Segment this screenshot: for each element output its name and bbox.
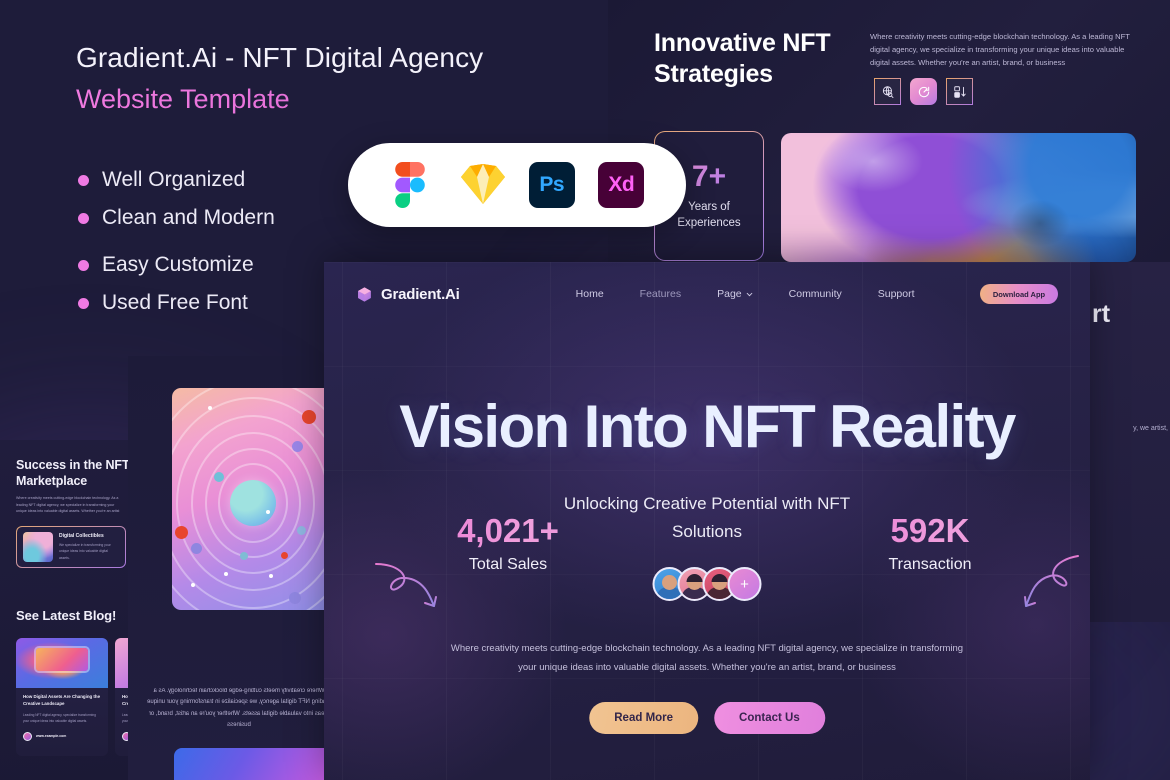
nav-item-page-label: Page bbox=[717, 288, 742, 300]
download-app-button[interactable]: Download App bbox=[980, 284, 1058, 304]
nav-item-support[interactable]: Support bbox=[878, 288, 915, 300]
list-item: Used Free Font bbox=[78, 291, 275, 315]
nav-item-features[interactable]: Features bbox=[640, 288, 681, 300]
stat-value: 592K bbox=[840, 512, 1020, 550]
orbit-nft-artwork bbox=[172, 388, 334, 610]
bullet-dot-icon bbox=[78, 174, 89, 186]
orbit-core bbox=[230, 480, 276, 527]
adobe-xd-icon[interactable]: Xd bbox=[598, 162, 645, 208]
experience-number: 7+ bbox=[691, 160, 727, 194]
feature-label: Clean and Modern bbox=[102, 206, 275, 229]
collectible-heading: Digital Collectibles bbox=[59, 533, 104, 540]
partial-title: rt bbox=[1092, 300, 1111, 328]
nav-links: Home Features Page Community Support bbox=[576, 288, 980, 300]
hero-paragraph: Where creativity meets cutting-edge bloc… bbox=[450, 643, 964, 673]
stat-value: 4,021+ bbox=[418, 512, 598, 550]
contact-us-button[interactable]: Contact Us bbox=[714, 702, 825, 734]
brand-name: Gradient.Ai bbox=[381, 285, 460, 303]
strategies-body-text: Where creativity meets cutting-edge bloc… bbox=[870, 32, 1130, 68]
nft-3d-artwork bbox=[781, 133, 1136, 262]
feature-label: Well Organized bbox=[102, 168, 246, 191]
avatar-group[interactable]: + bbox=[652, 567, 762, 601]
partial-body-text: y, we artist, bbox=[1133, 425, 1168, 432]
figma-icon[interactable] bbox=[390, 162, 436, 208]
experience-caption-line1: Years of bbox=[688, 201, 730, 214]
photoshop-icon[interactable]: Ps bbox=[528, 162, 575, 208]
blog-card[interactable]: How Digital Assets Are Changing the Crea… bbox=[16, 638, 108, 756]
middle-artwork-panel: Where creativity meets cutting-edge bloc… bbox=[128, 356, 338, 780]
blog-thumbnail bbox=[16, 638, 108, 688]
read-more-button[interactable]: Read More bbox=[589, 702, 699, 734]
collectible-body: We specialize in transforming your uniqu… bbox=[59, 543, 111, 560]
avatar-add-more[interactable]: + bbox=[727, 567, 762, 601]
stat-label: Total Sales bbox=[468, 556, 548, 573]
collectible-thumbnail bbox=[23, 532, 53, 562]
strategies-icon-row bbox=[874, 78, 973, 105]
promo-header: Gradient.Ai - NFT Digital Agency Website… bbox=[76, 42, 546, 115]
globe-search-icon[interactable] bbox=[874, 78, 901, 105]
screenshot-canvas: Gradient.Ai - NFT Digital Agency Website… bbox=[0, 0, 1170, 780]
download-sort-icon[interactable] bbox=[946, 78, 973, 105]
nav-item-community[interactable]: Community bbox=[789, 288, 842, 300]
bullet-dot-icon bbox=[78, 212, 89, 224]
nav-item-page[interactable]: Page bbox=[717, 288, 753, 300]
list-item: Clean and Modern bbox=[78, 206, 275, 230]
hero-website-mockup: Gradient.Ai Home Features Page Community… bbox=[324, 262, 1090, 780]
cube-logo-icon bbox=[358, 286, 371, 302]
bullet-dot-icon bbox=[78, 297, 89, 309]
promo-feature-list: Well Organized Clean and Modern Easy Cus… bbox=[78, 168, 275, 315]
experience-caption: Years of Experiences bbox=[677, 200, 740, 231]
strategies-heading: Innovative NFT Strategies bbox=[654, 29, 831, 88]
promo-subtitle: Website Template bbox=[76, 84, 546, 115]
refresh-rotate-icon[interactable] bbox=[910, 78, 937, 105]
stat-transaction: 592K Transaction bbox=[840, 512, 1020, 574]
promo-title: Gradient.Ai - NFT Digital Agency bbox=[76, 42, 484, 73]
marketplace-title: Success in the NFT Marketplace bbox=[16, 458, 130, 488]
cta-button-group: Read More Contact Us bbox=[589, 702, 825, 734]
chevron-down-icon bbox=[746, 292, 752, 296]
navbar: Gradient.Ai Home Features Page Community… bbox=[324, 262, 1090, 326]
nav-item-home[interactable]: Home bbox=[576, 288, 604, 300]
feature-label: Easy Customize bbox=[102, 253, 254, 276]
sketch-icon[interactable] bbox=[459, 162, 506, 208]
marketplace-body: Where creativity meets cutting-edge bloc… bbox=[16, 496, 120, 514]
feature-label: Used Free Font bbox=[102, 291, 248, 314]
blog-section-heading: See Latest Blog! bbox=[16, 608, 117, 623]
blog-title: How Digital Assets Are Changing the Crea… bbox=[23, 694, 101, 706]
stat-total-sales: 4,021+ Total Sales bbox=[418, 512, 598, 574]
digital-collectibles-card[interactable]: Digital Collectibles We specialize in tr… bbox=[16, 526, 126, 568]
design-tools-pill: Ps Xd bbox=[348, 143, 686, 227]
blog-url[interactable]: www.example.com bbox=[36, 734, 66, 738]
list-item: Easy Customize bbox=[78, 253, 275, 277]
hero-headline: Vision Into NFT Reality bbox=[399, 393, 1016, 460]
avatar bbox=[23, 731, 32, 741]
left-marketplace-mockup: Success in the NFT Marketplace Where cre… bbox=[0, 440, 140, 780]
blog-excerpt: Leading NFT digital agency, specialize t… bbox=[23, 712, 96, 723]
bullet-dot-icon bbox=[78, 259, 89, 271]
brand-logo[interactable]: Gradient.Ai bbox=[356, 286, 460, 303]
stat-label: Transaction bbox=[888, 556, 972, 573]
list-item: Well Organized bbox=[78, 168, 275, 192]
mirrored-body-text: Where creativity meets cutting-edge bloc… bbox=[147, 688, 331, 729]
bottom-gradient-artwork bbox=[174, 748, 334, 780]
experience-caption-line2: Experiences bbox=[677, 217, 741, 229]
